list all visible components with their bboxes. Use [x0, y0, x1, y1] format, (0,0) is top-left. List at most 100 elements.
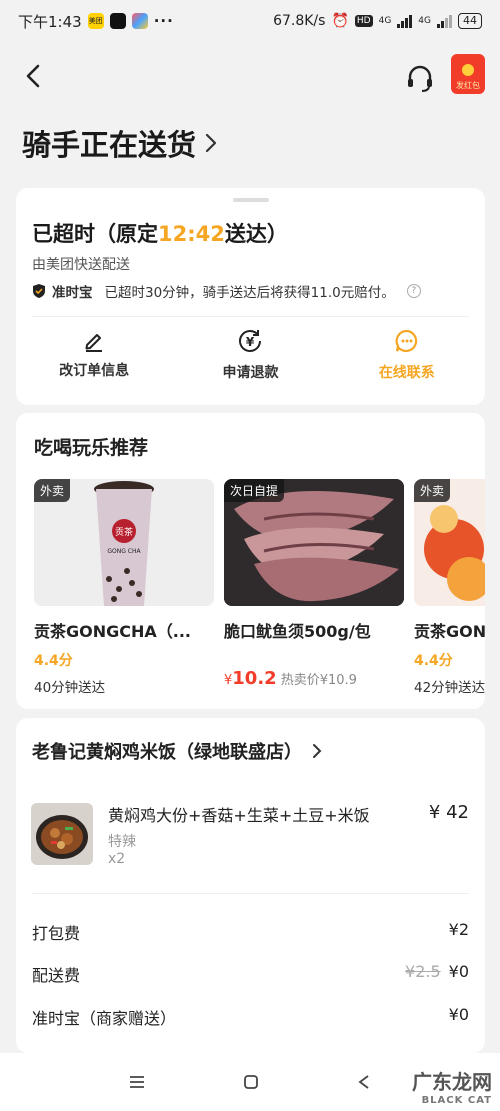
dish-price: ¥ 42: [428, 802, 469, 823]
edit-order-button[interactable]: 改订单信息: [16, 328, 172, 390]
reco-name: 贡茶GONGCHA（...: [34, 622, 192, 641]
pencil-icon: [85, 334, 103, 352]
hd-icon: HD: [354, 15, 373, 27]
reco-eta: 42分钟送达: [414, 680, 485, 696]
divider: [32, 316, 469, 317]
back-button[interactable]: [22, 62, 46, 90]
status-time: 下午1:43: [18, 12, 82, 31]
overdue-status: 已超时（原定12:42送达）: [32, 218, 288, 248]
fee-row-ontime: 准时宝（商家赠送） ¥0: [32, 1005, 469, 1029]
order-actions: 改订单信息 ¥ 申请退款 在线联系: [16, 328, 485, 390]
signal-icon: [397, 14, 413, 28]
dish-image: [31, 803, 93, 865]
cup-brand-text: GONG CHA: [107, 548, 141, 555]
squid-image: 次日自提: [224, 479, 404, 606]
tiktok-app-icon: [109, 13, 126, 29]
send-red-packet-button[interactable]: 发红包: [451, 54, 485, 94]
braised-chicken-image: [31, 803, 93, 865]
coin-icon: [462, 64, 474, 76]
home-icon[interactable]: [243, 1074, 259, 1090]
recommendations-card: 吃喝玩乐推荐 贡茶 GONG CHA 外卖 贡茶GONGCHA（... 4.4分…: [16, 413, 485, 709]
reco-item-squid[interactable]: 次日自提 脆口鱿鱼须500g/包 ¥10.2 热卖价¥10.9: [224, 479, 404, 689]
shop-name: 老鲁记黄焖鸡米饭（绿地联盛店）: [32, 742, 302, 763]
gongcha-2-image: 外卖: [414, 479, 485, 606]
ontime-note: 已超时30分钟，骑手送达后将获得11.0元赔付。: [104, 285, 395, 301]
reco-tag: 次日自提: [224, 479, 285, 502]
battery-icon: 44: [458, 13, 482, 29]
more-notifications-icon: ···: [153, 12, 174, 30]
chevron-right-icon: [313, 744, 322, 758]
fee-amount: ¥2: [448, 920, 469, 939]
headset-icon: [408, 65, 432, 92]
signal-icon-2: [437, 14, 452, 28]
chevron-left-icon: [26, 64, 40, 88]
meituan-app-icon: 美团: [87, 13, 104, 29]
request-refund-label: 申请退款: [222, 365, 279, 381]
ontime-guarantee: 准时宝 已超时30分钟，骑手送达后将获得11.0元赔付。 ?: [32, 281, 472, 301]
overdue-suffix: 送达）: [224, 222, 288, 246]
fee-amount-wrap: ¥2.5 ¥0: [405, 962, 469, 986]
shop-link[interactable]: 老鲁记黄焖鸡米饭（绿地联盛店）: [32, 738, 322, 764]
divider: [32, 893, 469, 894]
ontime-brand: 准时宝: [52, 285, 93, 301]
fee-original: ¥2.5: [405, 962, 441, 981]
watermark-en: BLACK CAT: [421, 1094, 492, 1106]
fee-amount: ¥0: [448, 962, 469, 981]
drag-handle[interactable]: [233, 198, 269, 202]
fee-row-packing: 打包费 ¥2: [32, 920, 469, 944]
reco-name: 贡茶GONGCHA（...: [414, 622, 485, 641]
scheduled-time: 12:42: [158, 222, 225, 246]
fee-row-delivery: 配送费 ¥2.5 ¥0: [32, 962, 469, 986]
chevron-right-icon: [205, 133, 217, 153]
watermark-cn: 广东龙网: [412, 1069, 492, 1094]
site-watermark: 广东龙网 BLACK CAT: [362, 1060, 500, 1111]
net-type-2: 4G: [418, 16, 431, 26]
delivery-status-card: 已超时（原定12:42送达） 由美团快送配送 准时宝 已超时30分钟，骑手送达后…: [16, 188, 485, 405]
page-title[interactable]: 骑手正在送货: [22, 122, 218, 164]
fee-label: 打包费: [32, 924, 81, 943]
fee-amount: ¥0: [448, 1005, 469, 1024]
svg-text:¥: ¥: [246, 335, 255, 349]
status-bar: 下午1:43 美团 ··· 67.8K/s ⏰ HD 4G 4G 44: [0, 0, 500, 42]
fee-label: 配送费: [32, 966, 81, 985]
reco-price: ¥10.2 热卖价¥10.9: [224, 668, 404, 689]
reco-eta: 40分钟送达: [34, 680, 106, 696]
red-packet-label: 发红包: [456, 81, 480, 90]
reco-tag: 外卖: [414, 479, 451, 502]
reco-rating: 4.4分: [414, 653, 453, 669]
dish-spec: 特辣: [108, 834, 136, 850]
dish-quantity: x2: [108, 851, 126, 867]
gongcha-image: 贡茶 GONG CHA 外卖: [34, 479, 214, 606]
hot-price: 热卖价¥10.9: [280, 673, 357, 688]
reco-item-gongcha[interactable]: 贡茶 GONG CHA 外卖 贡茶GONGCHA（... 4.4分 40分钟送达: [34, 479, 214, 696]
online-contact-button[interactable]: 在线联系: [329, 328, 485, 390]
request-refund-button[interactable]: ¥ 申请退款: [172, 328, 328, 390]
price-value: 10.2: [232, 668, 277, 689]
alarm-icon: ⏰: [331, 13, 349, 29]
online-contact-label: 在线联系: [378, 365, 435, 381]
cup-logo-text: 贡茶: [115, 526, 133, 538]
shield-check-icon: [33, 284, 45, 298]
order-detail-card: 老鲁记黄焖鸡米饭（绿地联盛店） 黄焖鸡大份+香菇+生菜+土豆+米饭 ¥ 42 特…: [16, 718, 485, 1053]
help-icon[interactable]: ?: [406, 284, 421, 298]
reco-rating: 4.4分: [34, 653, 73, 669]
chat-icon: [395, 329, 417, 353]
top-nav: 发红包: [0, 48, 500, 104]
page-title-text: 骑手正在送货: [22, 128, 197, 162]
network-speed: 67.8K/s: [273, 13, 326, 29]
refund-icon: ¥: [239, 330, 262, 352]
overdue-prefix: 已超时（原定: [32, 222, 158, 246]
menu-icon[interactable]: [128, 1075, 146, 1089]
net-type-1: 4G: [378, 16, 392, 26]
fee-label: 准时宝（商家赠送）: [32, 1009, 177, 1028]
reco-item-gongcha-2[interactable]: 外卖 贡茶GONGCHA（... 4.4分 42分钟送达: [414, 479, 485, 696]
dish-name: 黄焖鸡大份+香菇+生菜+土豆+米饭: [108, 806, 370, 825]
reco-name: 脆口鱿鱼须500g/包: [224, 622, 371, 641]
customer-service-button[interactable]: [404, 62, 436, 94]
reco-tag: 外卖: [34, 479, 71, 502]
recommendations-title: 吃喝玩乐推荐: [34, 437, 149, 459]
edit-order-label: 改订单信息: [59, 363, 130, 379]
gallery-app-icon: [131, 13, 148, 29]
carrier-info: 由美团快送配送: [32, 257, 130, 273]
recommendations-carousel[interactable]: 贡茶 GONG CHA 外卖 贡茶GONGCHA（... 4.4分 40分钟送达: [34, 479, 485, 699]
